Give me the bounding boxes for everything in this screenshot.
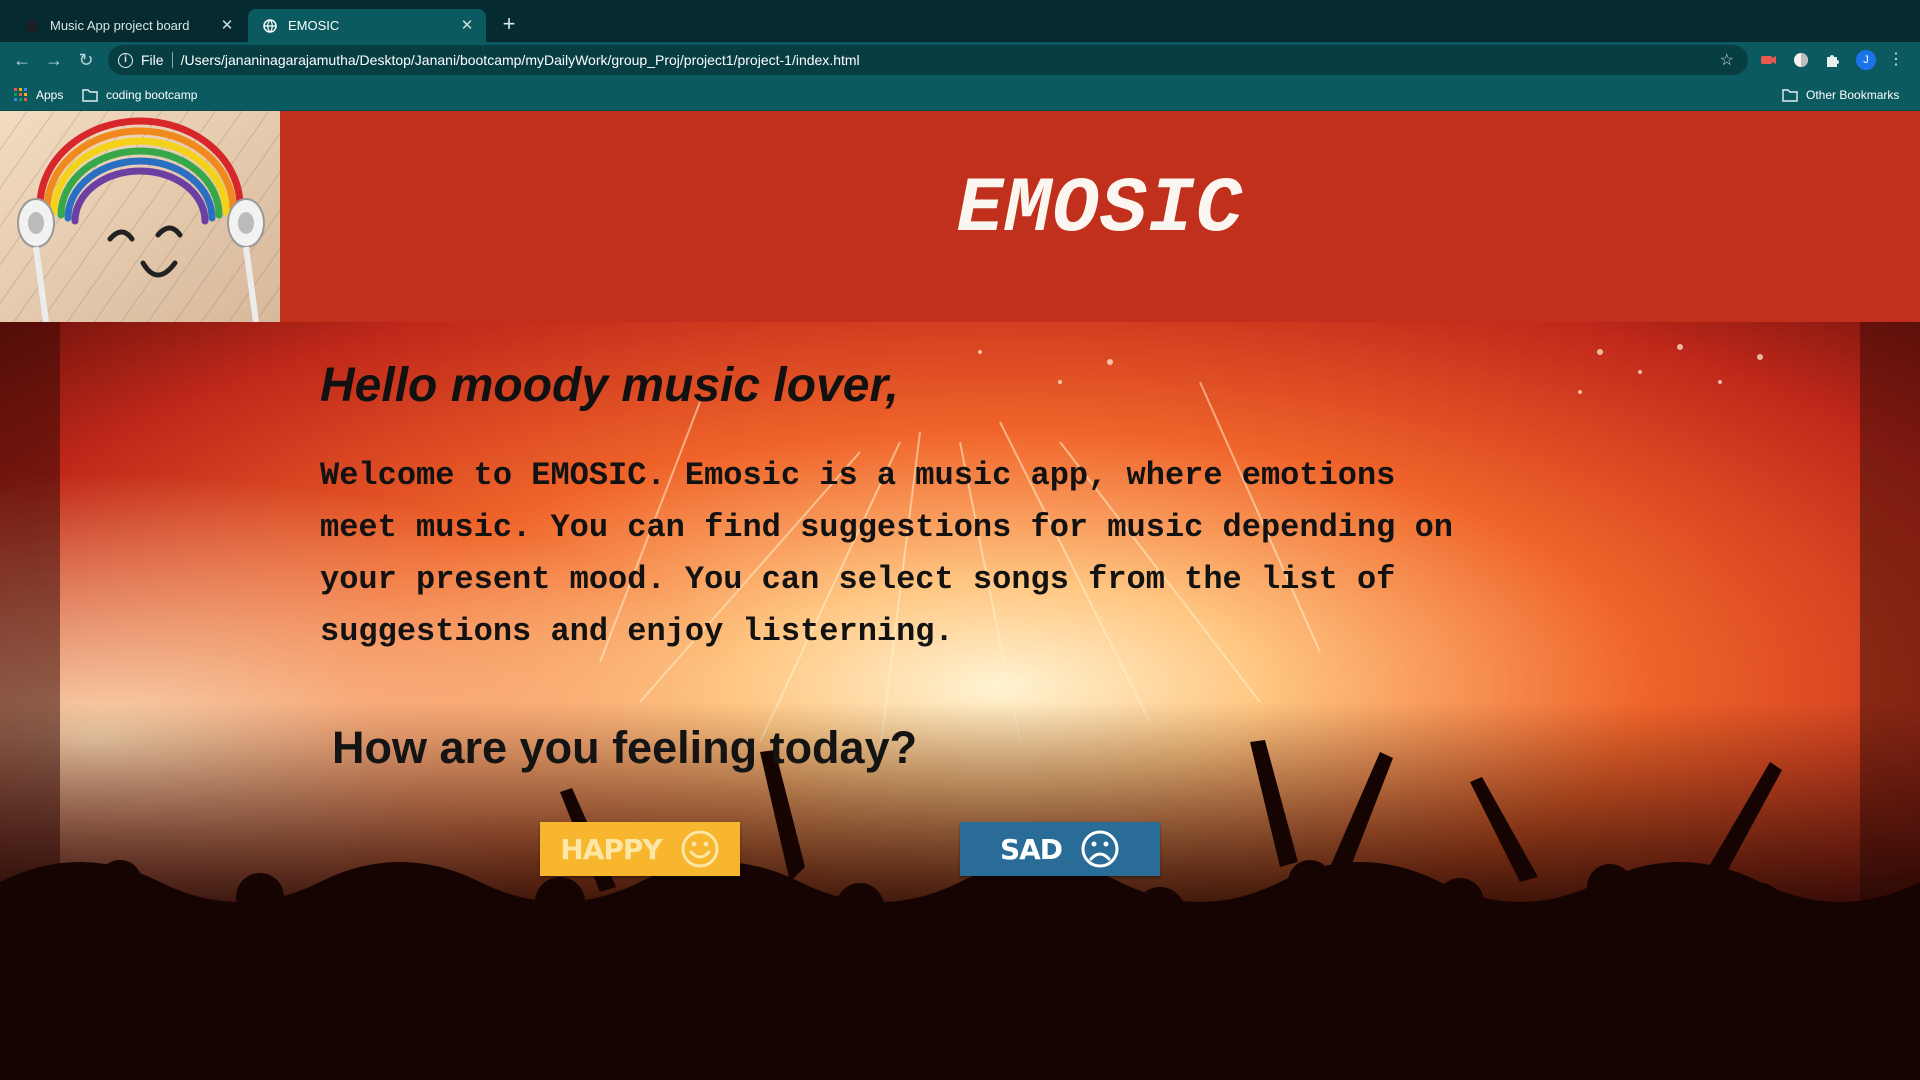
welcome-paragraph: Welcome to EMOSIC. Emosic is a music app…: [320, 450, 1610, 658]
sad-button-label: SAD: [999, 832, 1063, 866]
bookmark-apps[interactable]: Apps: [14, 85, 63, 105]
bookmarks-bar: Apps coding bootcamp Other Bookmarks: [0, 78, 1920, 111]
folder-icon: [82, 88, 98, 102]
concert-background-image: [0, 322, 1920, 1080]
bookmark-star-icon[interactable]: ☆: [1720, 50, 1734, 70]
close-icon[interactable]: ✕: [218, 17, 236, 35]
welcome-line: Welcome to EMOSIC. Emosic is a music app…: [320, 457, 1396, 494]
reload-icon[interactable]: ↻: [74, 48, 98, 72]
site-title: EMOSIC: [956, 166, 1244, 254]
sad-button[interactable]: SAD: [960, 822, 1160, 876]
happy-button-label: HAPPY: [560, 832, 662, 866]
mood-question: How are you feeling today?: [332, 722, 918, 773]
welcome-line: meet music. You can find suggestions for…: [320, 509, 1453, 546]
apps-grid-icon: [14, 88, 27, 101]
bookmark-other-bookmarks[interactable]: Other Bookmarks: [1782, 85, 1899, 105]
browser-toolbar: ← → ↻ i File /Users/jananinagarajamutha/…: [0, 42, 1920, 78]
tab-strip: Music App project board ✕ EMOSIC ✕ +: [0, 0, 1920, 42]
sad-face-icon: [1081, 830, 1119, 868]
back-arrow-icon[interactable]: ←: [10, 48, 34, 72]
welcome-line: suggestions and enjoy listerning.: [320, 613, 954, 650]
forward-arrow-icon[interactable]: →: [42, 48, 66, 72]
bookmark-folder-label: coding bootcamp: [106, 88, 198, 102]
site-header: EMOSIC: [0, 111, 1920, 322]
address-url[interactable]: /Users/jananinagarajamutha/Desktop/Janan…: [181, 52, 860, 68]
close-icon[interactable]: ✕: [458, 17, 476, 35]
tab-title: EMOSIC: [288, 18, 340, 33]
new-tab-button[interactable]: +: [496, 12, 522, 38]
tab-music-app-project-board[interactable]: Music App project board ✕: [10, 9, 246, 42]
address-divider: [171, 52, 173, 68]
rainbow-headphones-logo: [0, 111, 280, 322]
smiley-face-icon: [681, 830, 719, 868]
profile-avatar[interactable]: J: [1856, 50, 1876, 70]
github-icon: [24, 18, 40, 34]
kebab-menu-icon[interactable]: ⋮: [1888, 48, 1904, 72]
hero-section: Hello moody music lover, Welcome to EMOS…: [0, 322, 1920, 1080]
happy-button[interactable]: HAPPY: [540, 822, 740, 876]
tab-emosic[interactable]: EMOSIC ✕: [248, 9, 486, 42]
bookmark-folder-coding-bootcamp[interactable]: coding bootcamp: [82, 85, 197, 105]
address-scheme: File: [141, 52, 164, 68]
welcome-line: your present mood. You can select songs …: [320, 561, 1396, 598]
extension-circle-icon[interactable]: [1792, 51, 1810, 69]
address-bar[interactable]: i File /Users/jananinagarajamutha/Deskto…: [108, 45, 1748, 75]
web-page: EMOSIC Hello moody music lover, Welcome …: [0, 111, 1920, 1080]
tab-title: Music App project board: [50, 18, 190, 33]
screencast-extension-icon[interactable]: [1759, 51, 1777, 69]
bookmark-apps-label: Apps: [36, 88, 64, 102]
folder-icon: [1782, 88, 1798, 102]
globe-icon: [262, 18, 278, 34]
greeting-heading: Hello moody music lover,: [320, 359, 899, 412]
other-bookmarks-label: Other Bookmarks: [1806, 88, 1900, 102]
info-icon[interactable]: i: [118, 52, 133, 68]
puzzle-extensions-icon[interactable]: [1824, 51, 1842, 69]
